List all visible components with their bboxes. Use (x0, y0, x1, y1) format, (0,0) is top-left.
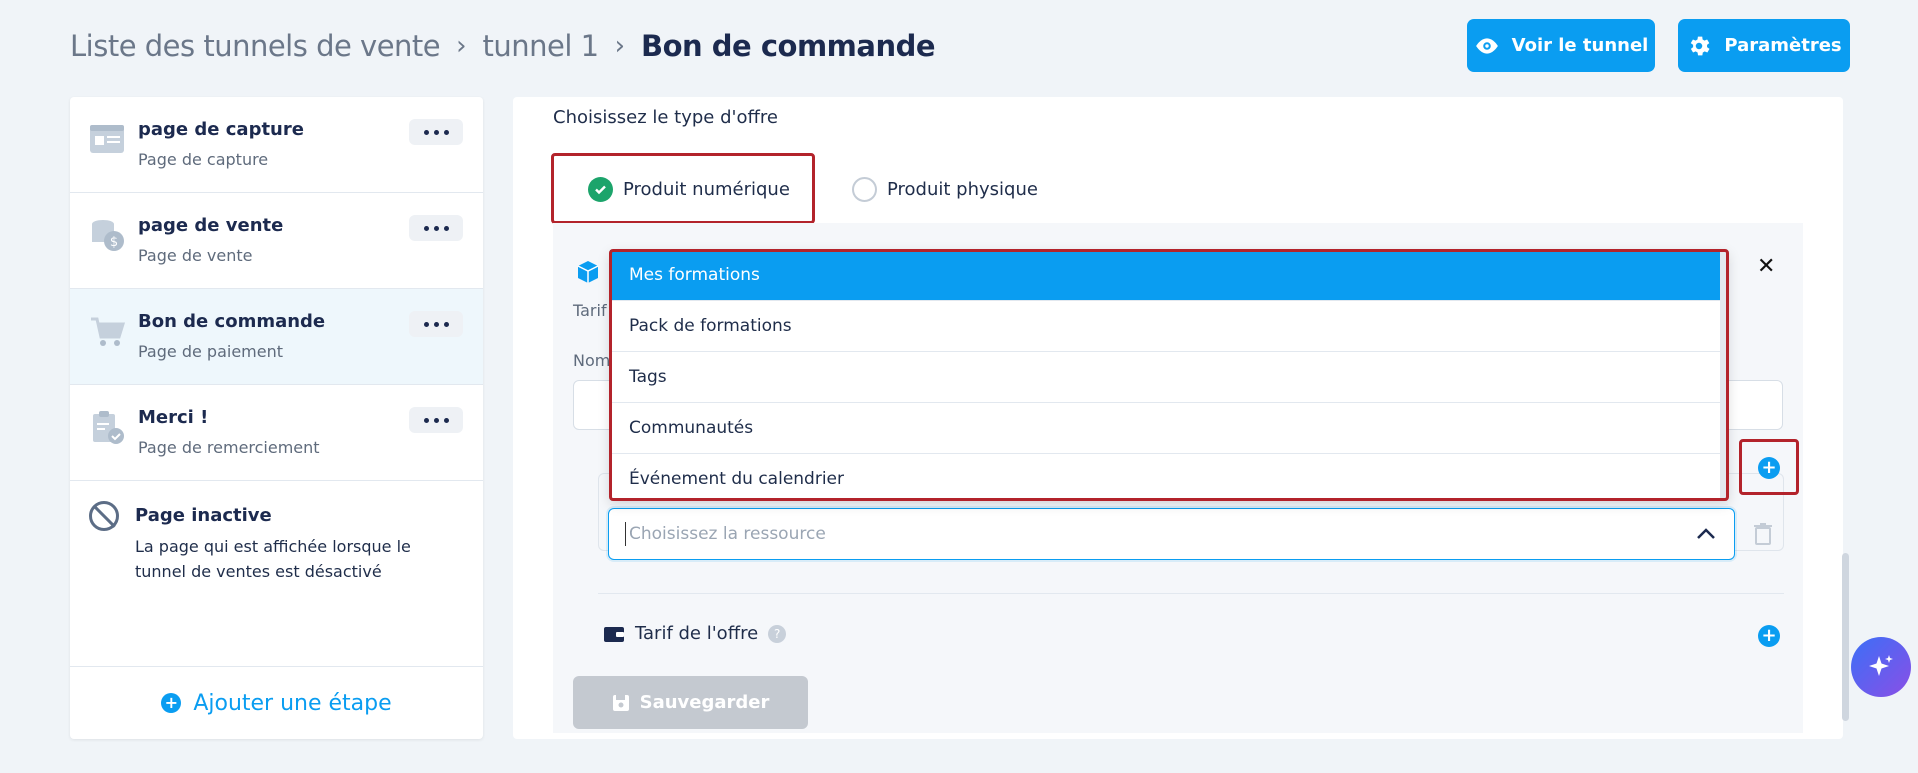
step-menu-button[interactable] (409, 119, 463, 145)
breadcrumb-tunnels-list[interactable]: Liste des tunnels de vente (70, 29, 441, 63)
text-caret (625, 522, 626, 546)
add-resource-button[interactable]: + (1758, 457, 1780, 479)
radio-digital-product[interactable]: Produit numérique (588, 177, 790, 202)
page-scrollbar[interactable] (1842, 553, 1849, 721)
sales-page-icon: $ (92, 220, 124, 251)
step-title: page de vente (138, 215, 284, 236)
view-tunnel-button[interactable]: Voir le tunnel (1467, 19, 1655, 72)
inactive-page-title: Page inactive (135, 505, 272, 526)
radio-label: Produit numérique (623, 179, 790, 200)
name-partial-label: Nom (573, 351, 611, 370)
trash-icon[interactable] (1754, 523, 1772, 545)
inactive-page-description: La page qui est affichée lorsque le tunn… (135, 537, 411, 581)
step-title: page de capture (138, 119, 304, 140)
help-icon[interactable]: ? (768, 624, 787, 643)
save-label: Sauvegarder (639, 692, 770, 713)
view-tunnel-label: Voir le tunnel (1511, 35, 1649, 56)
tarif-partial-label: Tarif (573, 301, 607, 320)
breadcrumb-tunnel[interactable]: tunnel 1 (483, 29, 600, 63)
chevron-right-icon: › (456, 31, 467, 61)
add-price-button[interactable]: + (1758, 625, 1780, 647)
step-order-form[interactable]: Bon de commande Page de paiement (70, 289, 483, 385)
step-title: Merci ! (138, 407, 209, 428)
ai-assistant-button[interactable] (1851, 637, 1911, 697)
wallet-icon (604, 626, 624, 642)
step-subtitle: Page de capture (138, 150, 269, 169)
step-sales-page[interactable]: $ page de vente Page de vente (70, 193, 483, 289)
thank-you-clipboard-icon (93, 411, 124, 444)
chevron-up-icon (1697, 528, 1715, 539)
floppy-disk-icon (612, 694, 629, 711)
step-subtitle: Page de remerciement (138, 438, 320, 457)
funnel-steps-sidebar: page de capture Page de capture $ page d… (70, 97, 483, 739)
disabled-icon (89, 501, 119, 531)
close-icon[interactable]: ✕ (1757, 254, 1775, 279)
checkmark-circle-icon (588, 177, 613, 202)
resource-placeholder: Choisissez la ressource (629, 524, 826, 544)
radio-label: Produit physique (887, 179, 1038, 200)
offer-price-label: Tarif de l'offre (635, 623, 759, 644)
step-thank-you[interactable]: Merci ! Page de remerciement (70, 385, 483, 481)
add-step-label: Ajouter une étape (193, 690, 392, 716)
step-subtitle: Page de vente (138, 246, 253, 265)
step-menu-button[interactable] (409, 311, 463, 337)
chevron-right-icon: › (614, 31, 626, 61)
radio-circle-icon (852, 177, 877, 202)
add-step-button[interactable]: + Ajouter une étape (70, 666, 483, 739)
cart-icon (91, 317, 126, 346)
settings-label: Paramètres (1724, 35, 1842, 56)
settings-button[interactable]: Paramètres (1678, 19, 1850, 72)
offer-price-section: Tarif de l'offre ? (603, 623, 787, 644)
eye-icon (1475, 37, 1498, 54)
capture-page-icon (90, 125, 124, 153)
step-subtitle: Page de paiement (138, 342, 283, 361)
box-icon (577, 261, 599, 283)
sparkles-icon (1869, 655, 1893, 676)
page-title: Bon de commande (641, 29, 936, 63)
inactive-page-step[interactable]: Page inactive La page qui est affichée l… (70, 481, 483, 601)
offer-type-label: Choisissez le type d'offre (553, 107, 778, 128)
gear-icon (1691, 36, 1710, 55)
save-button[interactable]: Sauvegarder (573, 676, 808, 729)
divider (598, 593, 1784, 594)
breadcrumb: Liste des tunnels de vente › tunnel 1 › … (70, 26, 936, 66)
resource-select[interactable]: Choisissez la ressource (608, 508, 1735, 560)
highlight-dropdown (609, 249, 1729, 501)
step-menu-button[interactable] (409, 407, 463, 433)
step-capture-page[interactable]: page de capture Page de capture (70, 97, 483, 193)
radio-physical-product[interactable]: Produit physique (852, 177, 1038, 202)
step-menu-button[interactable] (409, 215, 463, 241)
step-title: Bon de commande (138, 311, 326, 332)
plus-circle-icon: + (161, 693, 182, 713)
svg-text:$: $ (110, 235, 118, 250)
